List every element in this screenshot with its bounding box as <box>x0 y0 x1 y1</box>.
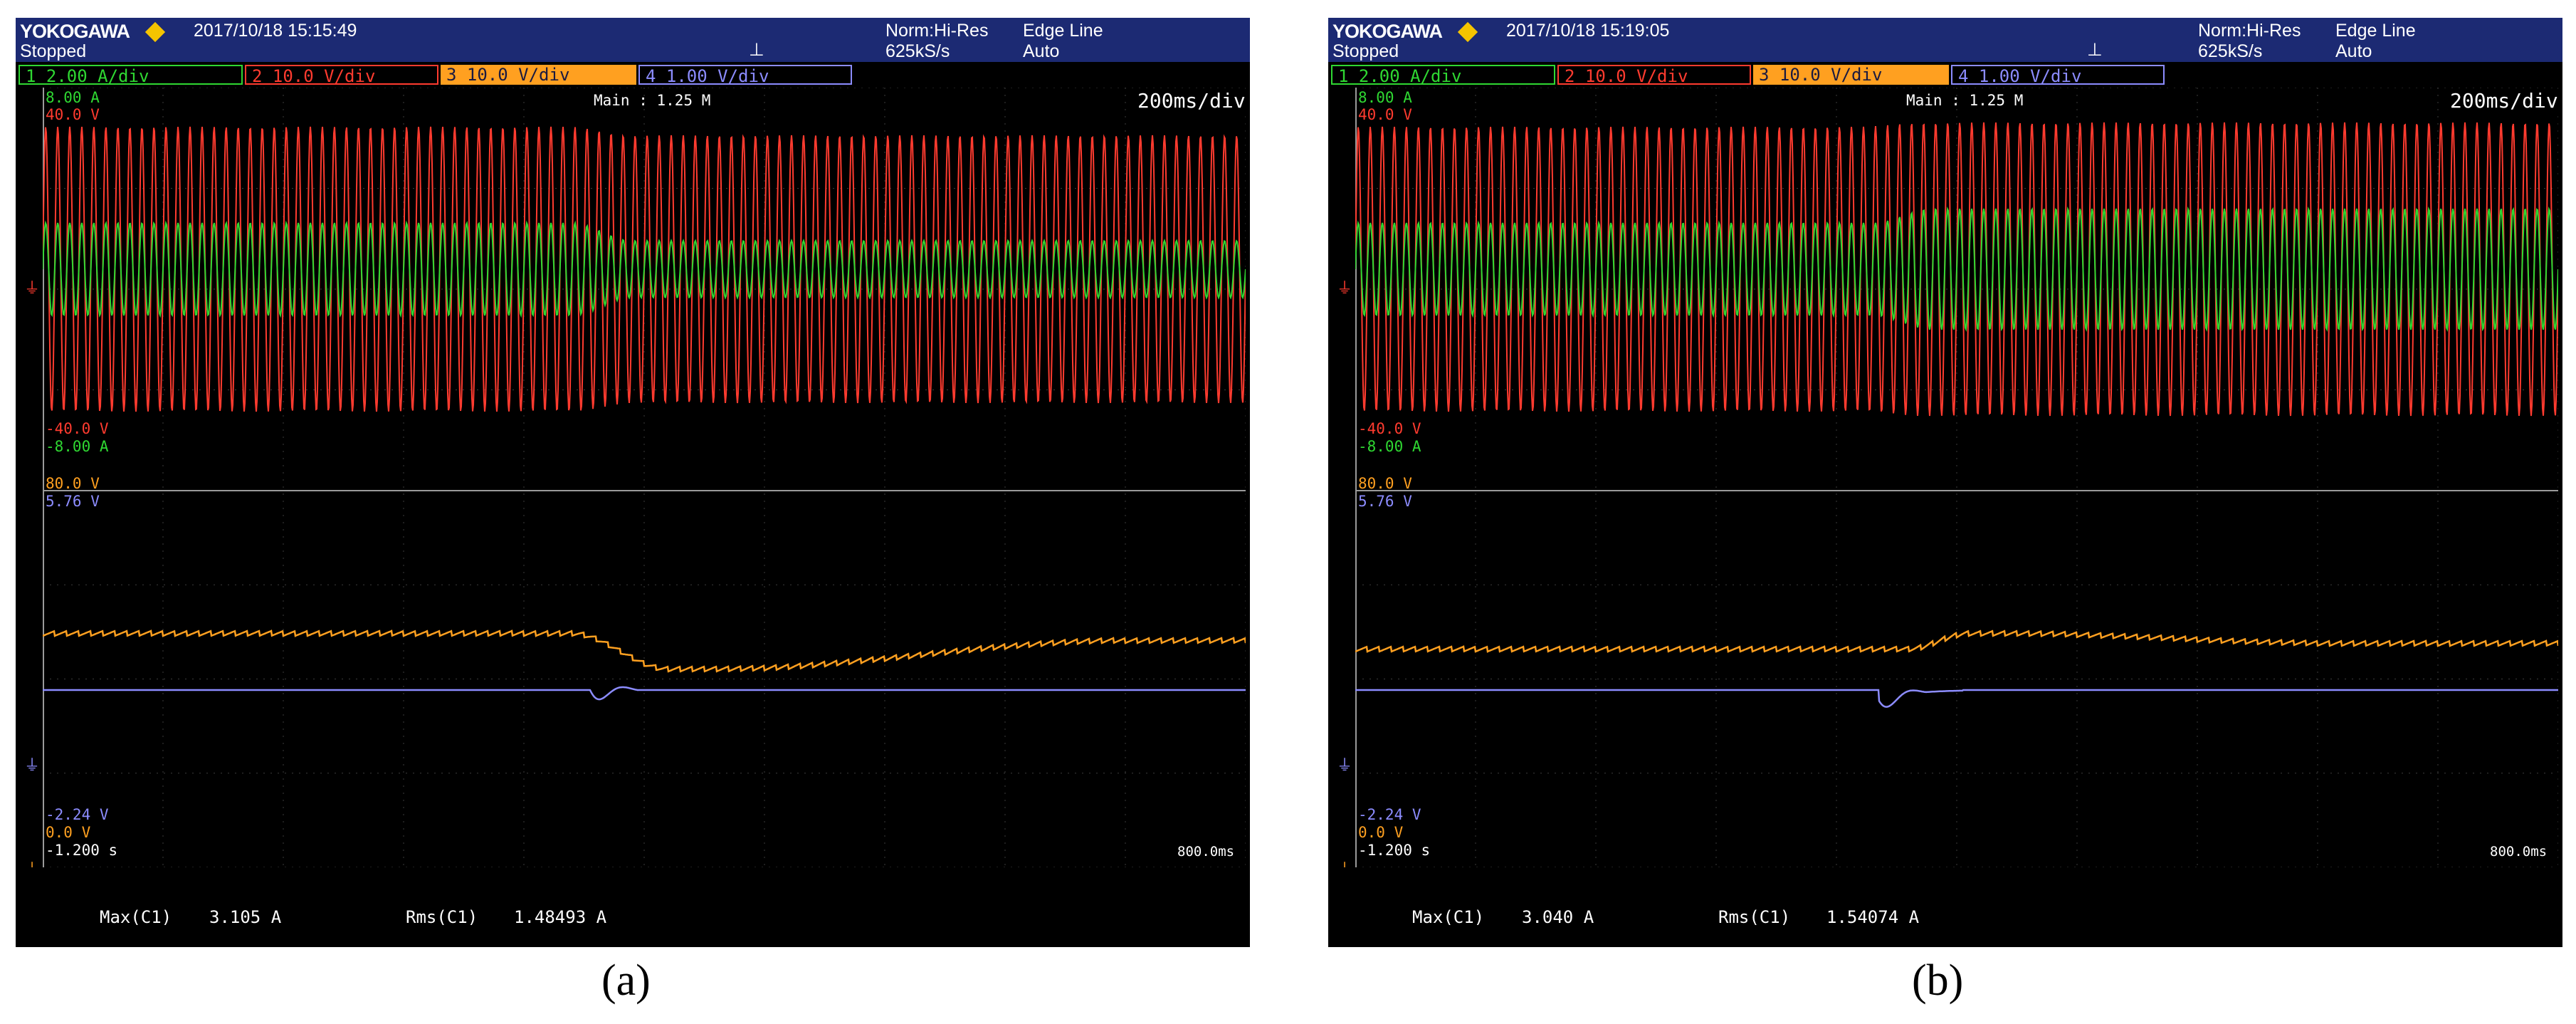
acquisition-mode: Norm:Hi-Res <box>885 21 989 41</box>
ch3-lower-limit: 0.0 V <box>46 824 91 841</box>
trigger-mode: Auto <box>1023 41 1060 61</box>
ch2-lower-limit: -40.0 V <box>1358 420 1421 437</box>
channel-1-scale-value: 2.00 A/div <box>1358 66 1462 86</box>
channel-1-scale[interactable]: 1 2.00 A/div <box>1331 65 1555 86</box>
channel-1-scale-value: 2.00 A/div <box>46 66 149 86</box>
acquisition-mode: Norm:Hi-Res <box>2198 21 2301 41</box>
record-length: Main : 1.25 M <box>1906 92 2024 109</box>
channel-2-scale-value: 10.0 V/div <box>272 66 376 86</box>
measurement-2-value: 1.48493 A <box>514 907 607 927</box>
oscilloscope-screen-a: YOKOGAWA 2017/10/18 15:15:49 Stopped Nor… <box>16 18 1250 947</box>
oscilloscope-screen-b: YOKOGAWA 2017/10/18 15:19:05 Stopped Nor… <box>1328 18 2562 947</box>
trigger-type: Edge Line <box>1023 21 1103 41</box>
ch2-upper-limit: 40.0 V <box>1358 106 1412 123</box>
ground-marker-icon: ⏚ <box>24 757 41 775</box>
channel-2-scale-value: 10.0 V/div <box>1584 66 1688 86</box>
ch3-upper-limit: 80.0 V <box>46 475 100 492</box>
caption-a: (a) <box>601 956 651 1005</box>
timestamp: 2017/10/18 15:15:49 <box>194 21 357 41</box>
brand-logo: YOKOGAWA <box>20 21 130 42</box>
measurement-1-label: Max(C1) <box>1412 907 1485 927</box>
measurement-1-value: 3.105 A <box>209 907 282 927</box>
timebase: 200ms/div <box>1133 89 1250 113</box>
channel-3-scale[interactable]: 3 10.0 V/div <box>1753 65 1949 85</box>
measurement-bar: Max(C1) 3.040 A Rms(C1) 1.54074 A <box>1328 867 2562 947</box>
measurement-2-label: Rms(C1) <box>406 907 478 927</box>
ch2-lower-limit: -40.0 V <box>46 420 109 437</box>
ch1-lower-limit: -8.00 A <box>1358 438 1421 455</box>
caption-b: (b) <box>1912 956 1964 1005</box>
channel-4-scale-value: 1.00 V/div <box>1978 66 2082 86</box>
ch1-upper-limit: 8.00 A <box>46 89 100 106</box>
trigger-type: Edge Line <box>2335 21 2416 41</box>
measurement-2-label: Rms(C1) <box>1718 907 1791 927</box>
trigger-icon: ⊥ <box>749 40 764 60</box>
sample-rate: 625kS/s <box>2198 41 2263 61</box>
run-state: Stopped <box>20 41 87 61</box>
ground-marker-icon: ⏚ <box>1337 280 1353 298</box>
channel-4-number: 4 <box>646 66 656 86</box>
channel-3-number: 3 <box>446 65 457 85</box>
ch3-lower-limit: 0.0 V <box>1358 824 1404 841</box>
ch2-upper-limit: 40.0 V <box>46 106 100 123</box>
waveform-grid <box>1355 88 2558 867</box>
run-state: Stopped <box>1332 41 1399 61</box>
graticule <box>43 88 1246 867</box>
ch1-upper-limit: 8.00 A <box>1358 89 1412 106</box>
channel-4-scale-value: 1.00 V/div <box>666 66 769 86</box>
channel-3-scale-value: 10.0 V/div <box>1779 65 1883 85</box>
time-axis-start: -1.200 s <box>1358 842 1431 859</box>
channel-2-number: 2 <box>252 66 263 86</box>
timebase: 200ms/div <box>2446 89 2562 113</box>
waveform-grid <box>43 88 1246 867</box>
trigger-icon: ⊥ <box>2087 40 2103 60</box>
measurement-bar: Max(C1) 3.105 A Rms(C1) 1.48493 A <box>16 867 1250 947</box>
ch1-lower-limit: -8.00 A <box>46 438 109 455</box>
channel-3-scale[interactable]: 3 10.0 V/div <box>441 65 636 85</box>
ch4-lower-limit: -2.24 V <box>46 806 109 823</box>
channel-4-trace <box>1355 689 2558 708</box>
timestamp: 2017/10/18 15:19:05 <box>1506 21 1670 41</box>
channel-4-scale[interactable]: 4 1.00 V/div <box>638 65 852 86</box>
channel-3-trace <box>1355 629 2558 653</box>
channel-1-scale[interactable]: 1 2.00 A/div <box>19 65 243 86</box>
ground-marker-icon: ⏚ <box>24 280 41 298</box>
channel-4-number: 4 <box>1958 66 1969 86</box>
measurement-2-value: 1.54074 A <box>1826 907 1920 927</box>
channel-4-scale[interactable]: 4 1.00 V/div <box>1951 65 2165 86</box>
channel-2-number: 2 <box>1565 66 1575 86</box>
channel-2-scale[interactable]: 2 10.0 V/div <box>1557 65 1751 86</box>
trigger-mode: Auto <box>2335 41 2372 61</box>
record-length: Main : 1.25 M <box>594 92 711 109</box>
channel-3-scale-value: 10.0 V/div <box>466 65 570 85</box>
measurement-1-label: Max(C1) <box>100 907 172 927</box>
measurement-1-value: 3.040 A <box>1522 907 1594 927</box>
channel-2-scale[interactable]: 2 10.0 V/div <box>245 65 438 86</box>
ch3-upper-limit: 80.0 V <box>1358 475 1412 492</box>
ch4-upper-limit: 5.76 V <box>1358 493 1412 510</box>
channel-1-number: 1 <box>1338 66 1349 86</box>
channel-3-number: 3 <box>1759 65 1770 85</box>
graticule <box>1355 88 2558 867</box>
ground-marker-icon: ⏚ <box>1337 757 1353 775</box>
channel-1-number: 1 <box>26 66 36 86</box>
time-axis-start: -1.200 s <box>46 842 118 859</box>
sample-rate: 625kS/s <box>885 41 950 61</box>
brand-logo: YOKOGAWA <box>1332 21 1443 42</box>
ch4-upper-limit: 5.76 V <box>46 493 100 510</box>
time-axis-end: 800.0ms <box>2490 844 2548 860</box>
ch4-lower-limit: -2.24 V <box>1358 806 1421 823</box>
time-axis-end: 800.0ms <box>1177 844 1235 860</box>
